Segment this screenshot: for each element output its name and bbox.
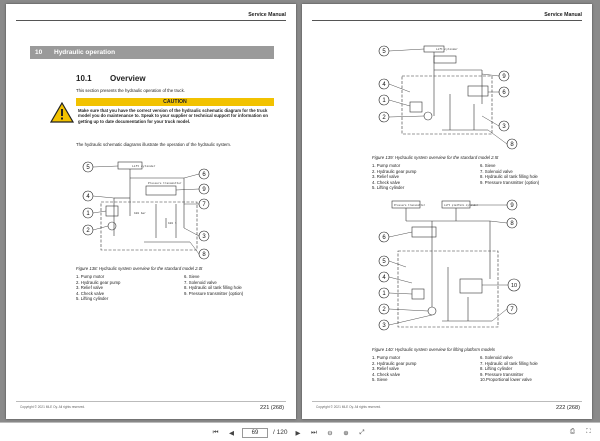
pressure-transmitter-label: Pressure transmitter xyxy=(148,181,182,185)
callout-2: 2 xyxy=(82,224,109,236)
last-page-icon[interactable]: ⏭ xyxy=(308,427,319,438)
svg-text:10: 10 xyxy=(511,283,517,289)
prev-page-icon[interactable]: ◀ xyxy=(226,427,237,438)
callout-2: 2 xyxy=(378,303,429,315)
callout-4: 4 xyxy=(378,78,411,93)
hydraulic-schematic-2-0t: Lift cylinder Pressure transmitter 100 b… xyxy=(76,158,226,262)
viewer-toolbar: ⏮ ◀ 69 / 120 ▶ ⏭ ⊖ ⊕ ⤢ ⎙ ⛶ xyxy=(0,422,600,441)
callout-3: 3 xyxy=(183,227,210,242)
page-number: 221 (268) xyxy=(260,405,284,411)
callout-1: 1 xyxy=(82,207,107,219)
callout-3: 3 xyxy=(378,314,433,331)
page-header: Service Manual xyxy=(248,12,286,18)
page-222: Service Manual Lift cylinder 5 4 1 2 9 6… xyxy=(302,4,592,419)
callout-8: 8 xyxy=(489,217,518,229)
callout-8: 8 xyxy=(189,241,210,260)
header-rule xyxy=(312,20,582,21)
callout-5: 5 xyxy=(82,161,119,173)
figure-legend: 1. Pump motor 2. Hydraulic gear pump 3. … xyxy=(372,163,572,197)
legend-column-right: 6. Sieve 7. Solenoid valve 8. Hydraulic … xyxy=(480,163,580,185)
figure-caption: Figure 139: Hydraulic system overview fo… xyxy=(372,155,499,160)
section-number: 10 xyxy=(35,49,43,56)
callout-9: 9 xyxy=(175,183,210,195)
callout-7: 7 xyxy=(184,198,210,210)
lift-cylinder-label: Lift cylinder xyxy=(132,164,156,168)
fullscreen-icon[interactable]: ⛶ xyxy=(583,426,594,437)
print-icon[interactable]: ⎙ xyxy=(567,426,578,437)
page-navigation: ⏮ ◀ 69 / 120 ▶ ⏭ ⊖ ⊕ ⤢ xyxy=(210,426,367,439)
warning-icon xyxy=(49,101,75,123)
legend-item: 5. Lifting cylinder xyxy=(76,296,109,302)
footer-copyright: Copyright © 2021 MLE Oy. All rights rese… xyxy=(316,405,382,409)
next-page-icon[interactable]: ▶ xyxy=(292,427,303,438)
legend-item: 9. Pressure transmitter (option) xyxy=(184,290,244,296)
subsection-number: 10.1 xyxy=(76,74,92,83)
legend-column-right: 6. Solenoid valve 7. Hydraulic oil tank … xyxy=(480,355,580,383)
body-text: The hydraulic schematic diagrams illustr… xyxy=(76,142,231,147)
section-title: Hydraulic operation xyxy=(54,49,116,56)
figure-legend: 1. Pump motor 2. Hydraulic gear pump 3. … xyxy=(76,274,276,314)
legend-item: 10.Proportional lower valve xyxy=(480,377,532,383)
callout-3: 3 xyxy=(481,115,510,132)
callout-1: 1 xyxy=(378,94,411,107)
figure-caption: Figure 140: Hydraulic system overview fo… xyxy=(372,347,495,352)
toolbar-right: ⎙ ⛶ xyxy=(567,426,594,437)
callout-5: 5 xyxy=(378,45,425,57)
callout-1: 1 xyxy=(378,287,413,299)
subsection-title: Overview xyxy=(110,74,146,83)
zoom-out-icon[interactable]: ⊖ xyxy=(324,427,335,438)
value-label: 100 bar xyxy=(134,211,146,215)
value-label: 100 l xyxy=(168,221,177,225)
caution-text: Make sure that you have the correct vers… xyxy=(78,108,269,124)
callout-6: 6 xyxy=(488,86,510,98)
page-number: 222 (268) xyxy=(556,405,580,411)
fit-page-icon[interactable]: ⤢ xyxy=(356,427,367,438)
legend-column-left: 1. Pump motor 2. Hydraulic gear pump 3. … xyxy=(372,355,472,383)
first-page-icon[interactable]: ⏮ xyxy=(210,427,221,438)
legend-item: 5. Lifting cylinder xyxy=(372,185,405,191)
callout-9: 9 xyxy=(470,199,518,211)
legend-column-left: 1. Pump motor 2. Hydraulic gear pump 3. … xyxy=(76,274,176,302)
figure-legend: 1. Pump motor 2. Hydraulic gear pump 3. … xyxy=(372,355,572,387)
caution-title: CAUTION xyxy=(76,98,274,106)
lift-cylinder-label: Lift cylinder xyxy=(436,47,458,51)
callout-5: 5 xyxy=(378,255,407,268)
figure-caption: Figure 138: Hydraulic system overview fo… xyxy=(76,266,203,271)
pressure-transmitter-label: Pressure transmitter xyxy=(394,203,426,207)
legend-column-left: 1. Pump motor 2. Hydraulic gear pump 3. … xyxy=(372,163,472,191)
legend-item: 5. Sieve xyxy=(372,377,388,383)
callout-10: 10 xyxy=(482,278,521,292)
total-pages: / 120 xyxy=(273,429,288,436)
caution-box: CAUTION Make sure that you have the corr… xyxy=(49,98,274,134)
page-header: Service Manual xyxy=(544,12,582,18)
footer-rule xyxy=(16,401,286,402)
intro-text: This section presents the hydraulic oper… xyxy=(76,88,185,93)
callout-9: 9 xyxy=(481,70,510,82)
zoom-in-icon[interactable]: ⊕ xyxy=(340,427,351,438)
page-221: Service Manual 10 Hydraulic operation 10… xyxy=(6,4,296,419)
callout-4: 4 xyxy=(82,190,115,202)
footer-copyright: Copyright © 2021 MLE Oy. All rights rese… xyxy=(20,405,86,409)
legend-column-right: 6. Sieve 7. Solenoid valve 8. Hydraulic … xyxy=(184,274,284,296)
callout-6: 6 xyxy=(378,231,413,243)
footer-rule xyxy=(312,401,582,402)
header-rule xyxy=(16,20,286,21)
callout-4: 4 xyxy=(378,271,413,284)
hydraulic-schematic-lifting-platform: Pressure transmitter Lift platform cylin… xyxy=(372,197,532,337)
section-heading-bar: 10 Hydraulic operation xyxy=(30,46,274,59)
callout-6: 6 xyxy=(183,168,210,180)
callout-2: 2 xyxy=(378,111,425,123)
callout-7: 7 xyxy=(491,303,518,322)
callout-8: 8 xyxy=(487,129,518,150)
page-number-input[interactable]: 69 xyxy=(242,427,268,438)
hydraulic-schematic-2-5t: Lift cylinder 5 4 1 2 9 6 3 8 xyxy=(372,44,522,152)
legend-item: 9. Pressure transmitter (option) xyxy=(480,179,540,185)
